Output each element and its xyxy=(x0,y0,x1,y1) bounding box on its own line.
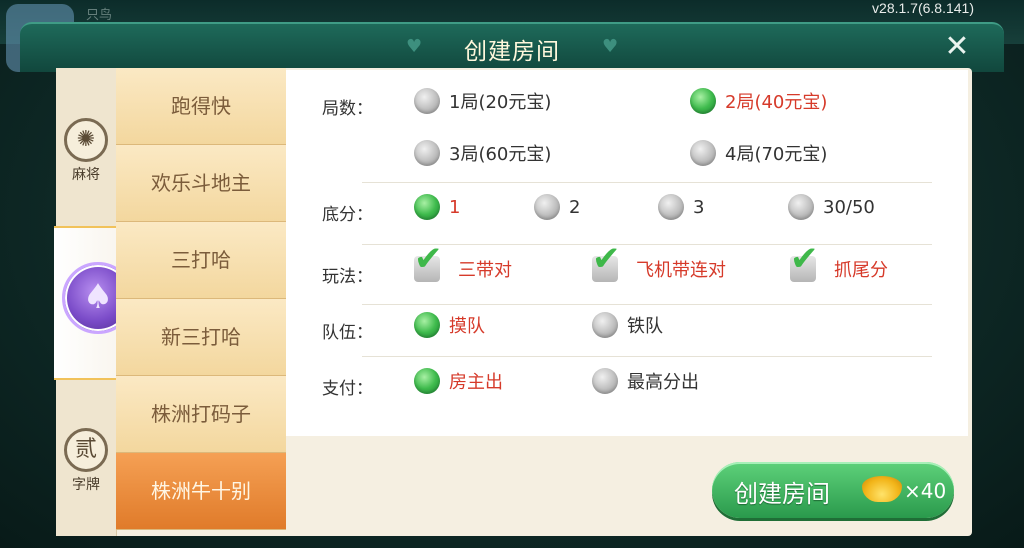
option-text: 3 xyxy=(693,196,705,218)
divider xyxy=(362,356,932,357)
heart-ornament-icon: ♥ xyxy=(602,36,619,57)
checkmark-icon: ✔ xyxy=(414,239,443,279)
game-item-xinsandaha[interactable]: 新三打哈 xyxy=(116,299,286,376)
payment-option-2[interactable]: 最高分出 xyxy=(592,368,699,394)
option-text: 最高分出 xyxy=(627,372,699,393)
rounds-label: 局数： xyxy=(322,99,373,119)
radio-button xyxy=(592,368,618,394)
radio-button xyxy=(414,140,440,166)
radio-button xyxy=(658,194,684,220)
team-option-2[interactable]: 铁队 xyxy=(592,312,663,338)
radio-button xyxy=(788,194,814,220)
category-label: 字牌 xyxy=(72,477,100,493)
dialog-title: 创建房间 xyxy=(464,39,560,65)
dialog-header: ♥ 创建房间 ♥ xyxy=(20,22,1004,72)
play-mode-option-3[interactable]: ✔ 抓尾分 xyxy=(790,242,888,282)
game-item-niushibie[interactable]: 株洲牛十别 xyxy=(116,453,286,530)
play-mode-option-1[interactable]: ✔ 三带对 xyxy=(414,242,512,282)
base-score-label: 底分： xyxy=(322,205,373,225)
zipai-icon: 贰 xyxy=(64,428,108,472)
radio-button xyxy=(414,88,440,114)
payment-option-1[interactable]: 房主出 xyxy=(414,368,503,394)
checkmark-icon: ✔ xyxy=(790,239,819,279)
checkbox-checked: ✔ xyxy=(414,242,443,282)
option-text: 摸队 xyxy=(449,316,485,337)
category-label: 麻将 xyxy=(72,167,100,183)
radio-button xyxy=(690,140,716,166)
radio-button xyxy=(534,194,560,220)
close-icon[interactable]: ✕ xyxy=(942,32,972,62)
create-room-button[interactable]: 创建房间 ×40 xyxy=(712,462,954,518)
option-text: 30/50 xyxy=(823,196,875,218)
divider xyxy=(362,182,932,183)
category-mahjong[interactable]: ✺ 麻将 xyxy=(56,118,116,184)
mahjong-icon: ✺ xyxy=(64,118,108,162)
base-score-option-2[interactable]: 2 xyxy=(534,194,580,220)
game-item-sandaha[interactable]: 三打哈 xyxy=(116,222,286,299)
create-room-label: 创建房间 xyxy=(734,480,830,508)
game-item-dama[interactable]: 株洲打码子 xyxy=(116,376,286,453)
version-label: v28.1.7(6.8.141) xyxy=(872,0,974,16)
option-text: 房主出 xyxy=(449,372,503,393)
rounds-option-3[interactable]: 3局(60元宝) xyxy=(414,140,551,166)
game-list: 跑得快 欢乐斗地主 三打哈 新三打哈 株洲打码子 株洲牛十别 xyxy=(116,68,286,530)
option-text: 4局(70元宝) xyxy=(725,144,828,165)
option-text: 2 xyxy=(569,196,581,218)
checkmark-icon: ✔ xyxy=(592,239,621,279)
base-score-option-4[interactable]: 30/50 xyxy=(788,194,875,220)
option-text: 1局(20元宝) xyxy=(449,92,552,113)
play-mode-option-2[interactable]: ✔ 飞机带连对 xyxy=(592,242,726,282)
radio-button-selected xyxy=(414,312,440,338)
option-text: 2局(40元宝) xyxy=(725,92,828,113)
background-player-name: 只鸟 xyxy=(86,8,113,23)
base-score-option-1[interactable]: 1 xyxy=(414,194,460,220)
radio-button xyxy=(592,312,618,338)
base-score-option-3[interactable]: 3 xyxy=(658,194,704,220)
play-mode-label: 玩法： xyxy=(322,267,373,287)
option-text: 1 xyxy=(449,196,461,218)
divider xyxy=(362,244,932,245)
option-text: 3局(60元宝) xyxy=(449,144,552,165)
radio-button-selected xyxy=(690,88,716,114)
game-item-paodekuai[interactable]: 跑得快 xyxy=(116,68,286,145)
option-text: 铁队 xyxy=(627,316,663,337)
category-zipai[interactable]: 贰 字牌 xyxy=(56,428,116,494)
payment-label: 支付： xyxy=(322,379,373,399)
checkbox-checked: ✔ xyxy=(592,242,621,282)
create-room-cost: ×40 xyxy=(904,479,947,503)
radio-button-selected xyxy=(414,368,440,394)
team-option-1[interactable]: 摸队 xyxy=(414,312,485,338)
game-item-doudizhu[interactable]: 欢乐斗地主 xyxy=(116,145,286,222)
checkbox-checked: ✔ xyxy=(790,242,819,282)
gold-ingot-icon xyxy=(862,476,902,502)
divider xyxy=(362,304,932,305)
team-label: 队伍： xyxy=(322,323,373,343)
rounds-option-1[interactable]: 1局(20元宝) xyxy=(414,88,551,114)
option-text: 飞机带连对 xyxy=(636,260,726,281)
rounds-option-4[interactable]: 4局(70元宝) xyxy=(690,140,827,166)
radio-button-selected xyxy=(414,194,440,220)
option-text: 抓尾分 xyxy=(834,260,888,281)
option-text: 三带对 xyxy=(458,260,512,281)
rounds-option-2[interactable]: 2局(40元宝) xyxy=(690,88,827,114)
